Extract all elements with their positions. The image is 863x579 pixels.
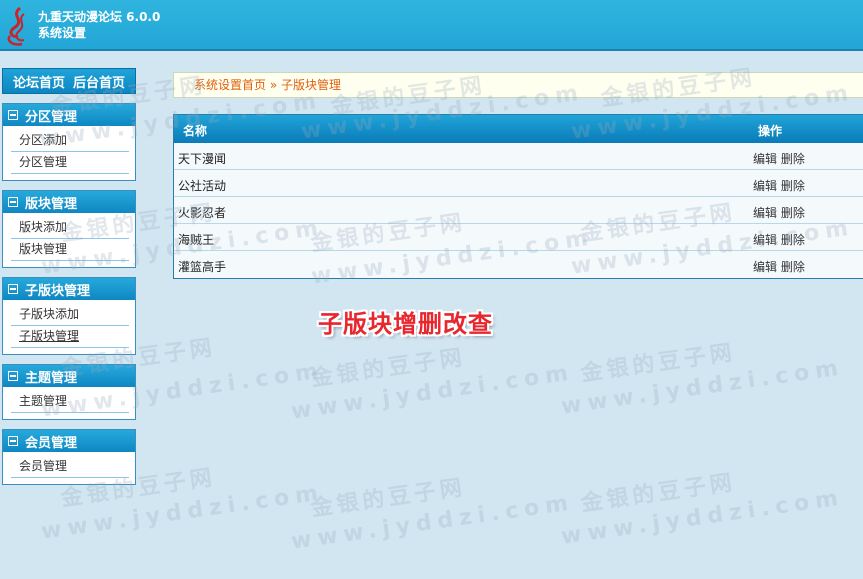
table-header: 名称 操作 [174, 115, 863, 143]
forum-home-link[interactable]: 论坛首页 [13, 72, 65, 91]
menu-item-subboard-manage[interactable]: 子版块管理 [11, 326, 129, 348]
row-name: 天下漫闻 [178, 152, 227, 166]
collapse-icon[interactable] [8, 110, 18, 120]
watermark: 金银的豆子网 [309, 345, 468, 392]
delete-link[interactable]: 删除 [781, 179, 805, 193]
app-title: 九重天动漫论坛 6.0.0 系统设置 [38, 9, 160, 41]
menu-item-topic-manage[interactable]: 主题管理 [11, 391, 129, 413]
menu-items: 主题管理 [3, 387, 135, 419]
delete-link[interactable]: 删除 [781, 260, 805, 274]
menu-head-board[interactable]: 版块管理 [3, 191, 135, 213]
edit-link[interactable]: 编辑 [753, 152, 777, 166]
watermark: www.jyddzi.com [289, 360, 576, 425]
menu-item-zone-add[interactable]: 分区添加 [11, 130, 129, 152]
breadcrumb-separator: » [269, 78, 278, 92]
table-row: 海贼王 编辑 删除 [174, 224, 863, 251]
watermark: www.jyddzi.com [289, 490, 576, 555]
subboard-table: 名称 操作 天下漫闻 编辑 删除 公社活动 编辑 删除 火影忍者 编辑 删除 海… [173, 114, 863, 279]
row-name: 海贼王 [178, 233, 215, 247]
menu-head-label: 版块管理 [25, 196, 78, 212]
menu-group-subboard: 子版块管理 子版块添加 子版块管理 [2, 277, 136, 355]
menu-items: 会员管理 [3, 452, 135, 484]
delete-link[interactable]: 删除 [781, 233, 805, 247]
edit-link[interactable]: 编辑 [753, 233, 777, 247]
breadcrumb-current[interactable]: 子版块管理 [281, 78, 341, 92]
menu-head-topic[interactable]: 主题管理 [3, 365, 135, 387]
app-name: 九重天动漫论坛 6.0.0 [38, 10, 161, 24]
row-name: 灌篮高手 [178, 260, 227, 274]
menu-item-member-manage[interactable]: 会员管理 [11, 456, 129, 478]
watermark: www.jyddzi.com [39, 480, 326, 545]
menu-group-member: 会员管理 会员管理 [2, 429, 136, 485]
page-subtitle: 系统设置 [38, 26, 87, 40]
menu-head-label: 会员管理 [25, 435, 78, 451]
watermark: www.jyddzi.com [559, 355, 846, 420]
menu-head-zone[interactable]: 分区管理 [3, 104, 135, 126]
collapse-icon[interactable] [8, 284, 18, 294]
breadcrumb: 系统设置首页 » 子版块管理 [173, 72, 863, 98]
breadcrumb-home-link[interactable]: 系统设置首页 [194, 78, 266, 92]
delete-link[interactable]: 删除 [781, 206, 805, 220]
menu-item-board-add[interactable]: 版块添加 [11, 217, 129, 239]
table-row: 公社活动 编辑 删除 [174, 170, 863, 197]
edit-link[interactable]: 编辑 [753, 260, 777, 274]
menu-head-member[interactable]: 会员管理 [3, 430, 135, 452]
admin-home-link[interactable]: 后台首页 [73, 72, 125, 91]
table-row: 火影忍者 编辑 删除 [174, 197, 863, 224]
app-header: 九重天动漫论坛 6.0.0 系统设置 [0, 0, 863, 51]
menu-head-label: 主题管理 [25, 370, 78, 386]
row-name: 公社活动 [178, 179, 227, 193]
column-header-name: 名称 [183, 124, 208, 138]
edit-link[interactable]: 编辑 [753, 206, 777, 220]
menu-group-zone: 分区管理 分区添加 分区管理 [2, 103, 136, 181]
column-header-ops: 操作 [758, 124, 783, 138]
menu-items: 版块添加 版块管理 [3, 213, 135, 267]
collapse-icon[interactable] [8, 436, 18, 446]
menu-items: 子版块添加 子版块管理 [3, 300, 135, 354]
collapse-icon[interactable] [8, 371, 18, 381]
menu-item-zone-manage[interactable]: 分区管理 [11, 152, 129, 174]
app-logo-icon [7, 6, 25, 46]
menu-item-subboard-add[interactable]: 子版块添加 [11, 304, 129, 326]
menu-group-topic: 主题管理 主题管理 [2, 364, 136, 420]
watermark: 金银的豆子网 [579, 470, 738, 517]
menu-head-label: 子版块管理 [25, 283, 91, 299]
delete-link[interactable]: 删除 [781, 152, 805, 166]
caption-overlay: 子版块增删改查 [318, 310, 493, 338]
menu-group-board: 版块管理 版块添加 版块管理 [2, 190, 136, 268]
sidebar-top-links: 论坛首页 后台首页 [2, 68, 136, 94]
watermark: www.jyddzi.com [559, 485, 846, 550]
table-row: 灌篮高手 编辑 删除 [174, 251, 863, 278]
edit-link[interactable]: 编辑 [753, 179, 777, 193]
menu-items: 分区添加 分区管理 [3, 126, 135, 180]
watermark: 金银的豆子网 [579, 340, 738, 387]
menu-head-label: 分区管理 [25, 109, 78, 125]
collapse-icon[interactable] [8, 197, 18, 207]
watermark: 金银的豆子网 [309, 475, 468, 522]
table-row: 天下漫闻 编辑 删除 [174, 143, 863, 170]
row-name: 火影忍者 [178, 206, 227, 220]
menu-item-board-manage[interactable]: 版块管理 [11, 239, 129, 261]
sidebar: 论坛首页 后台首页 分区管理 分区添加 分区管理 版块管理 版块添加 版块管理 … [2, 68, 136, 485]
menu-head-subboard[interactable]: 子版块管理 [3, 278, 135, 300]
